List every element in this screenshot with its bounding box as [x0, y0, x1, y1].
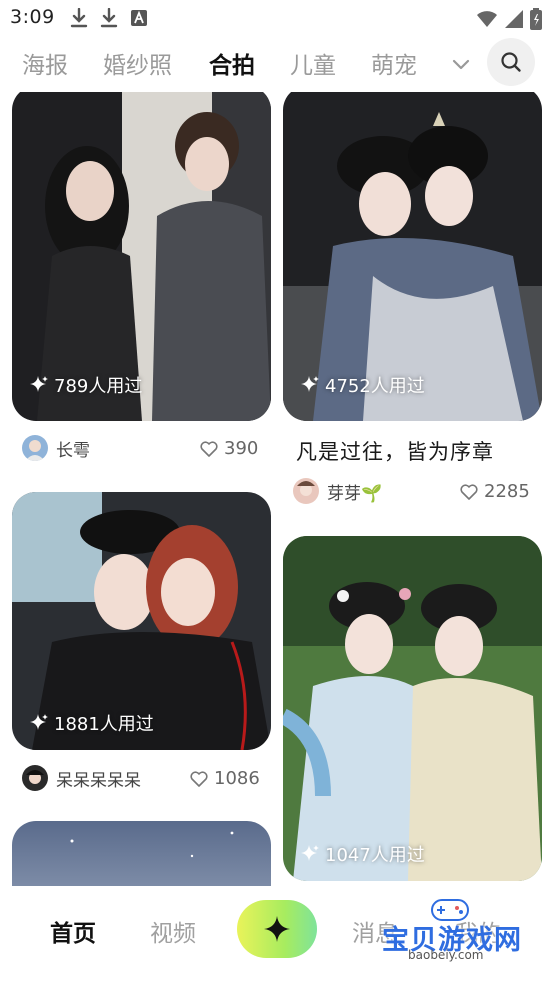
signal-icon	[505, 10, 523, 28]
template-card-image[interactable]: 4752人用过	[283, 92, 542, 421]
like-count[interactable]: 2285	[460, 481, 530, 502]
usage-count-text: 4752人用过	[325, 376, 425, 397]
like-count[interactable]: 1086	[190, 768, 260, 789]
usage-count: 1047人用过	[301, 841, 425, 867]
like-count[interactable]: 390	[200, 438, 258, 459]
heart-icon	[190, 770, 208, 787]
template-card-image[interactable]	[12, 821, 271, 886]
download-icon	[70, 8, 88, 28]
avatar	[22, 435, 48, 461]
usage-count: 1881人用过	[30, 710, 154, 736]
template-card-image[interactable]: 789人用过	[12, 92, 271, 421]
download-icon	[100, 8, 118, 28]
category-tabs: 海报 婚纱照 合拍 儿童 萌宠	[0, 36, 554, 92]
like-count-text: 1086	[214, 768, 260, 789]
usage-count-text: 1881人用过	[54, 714, 154, 735]
usage-count-text: 1047人用过	[325, 845, 425, 866]
couple-photo-image	[283, 536, 542, 881]
battery-icon	[530, 8, 542, 30]
author-name: 长雩	[56, 440, 90, 461]
template-feed: 789人用过 长雩 390 1881人用过 呆呆呆呆呆 1086 4752人用过…	[0, 92, 554, 886]
usage-count: 4752人用过	[301, 372, 425, 398]
tab-pets[interactable]: 萌宠	[371, 46, 417, 80]
watermark-url: baobeiy.com	[408, 948, 484, 962]
sparkle-icon	[30, 376, 48, 392]
tab-couple-photo[interactable]: 合拍	[209, 46, 255, 80]
card-title[interactable]: 凡是过往，皆为序章	[296, 436, 494, 466]
wifi-icon	[477, 11, 497, 27]
sparkle-icon	[264, 916, 290, 942]
heart-icon	[200, 440, 218, 457]
search-icon	[501, 52, 521, 72]
author-name: 芽芽🌱	[327, 483, 383, 504]
sky-photo-image	[12, 821, 271, 886]
card-author[interactable]: 长雩	[22, 435, 90, 461]
like-count-text: 390	[224, 438, 259, 459]
status-time: 3:09	[10, 6, 55, 28]
tab-children[interactable]: 儿童	[290, 46, 336, 80]
template-card-image[interactable]: 1881人用过	[12, 492, 271, 750]
sparkle-icon	[301, 376, 319, 392]
sparkle-icon	[301, 845, 319, 861]
author-name: 呆呆呆呆呆	[56, 770, 141, 791]
nav-home[interactable]: 首页	[50, 914, 96, 948]
create-button[interactable]	[237, 900, 317, 958]
tab-wedding-photo[interactable]: 婚纱照	[103, 46, 172, 80]
template-card-image[interactable]: 1047人用过	[283, 536, 542, 881]
avatar	[22, 765, 48, 791]
watermark: 宝贝游戏网 baobeiy.com	[378, 896, 524, 970]
like-count-text: 2285	[484, 481, 530, 502]
nav-video[interactable]: 视频	[150, 914, 196, 948]
usage-count-text: 789人用过	[54, 376, 143, 397]
usage-count: 789人用过	[30, 372, 142, 398]
card-author[interactable]: 芽芽🌱	[293, 478, 382, 504]
heart-icon	[460, 483, 478, 500]
status-bar: 3:09	[0, 0, 554, 36]
tab-poster[interactable]: 海报	[22, 46, 68, 80]
search-button[interactable]	[487, 38, 535, 86]
avatar	[293, 478, 319, 504]
card-author[interactable]: 呆呆呆呆呆	[22, 765, 141, 791]
chevron-down-icon[interactable]	[446, 50, 476, 80]
sparkle-icon	[30, 714, 48, 730]
font-icon	[131, 10, 147, 26]
